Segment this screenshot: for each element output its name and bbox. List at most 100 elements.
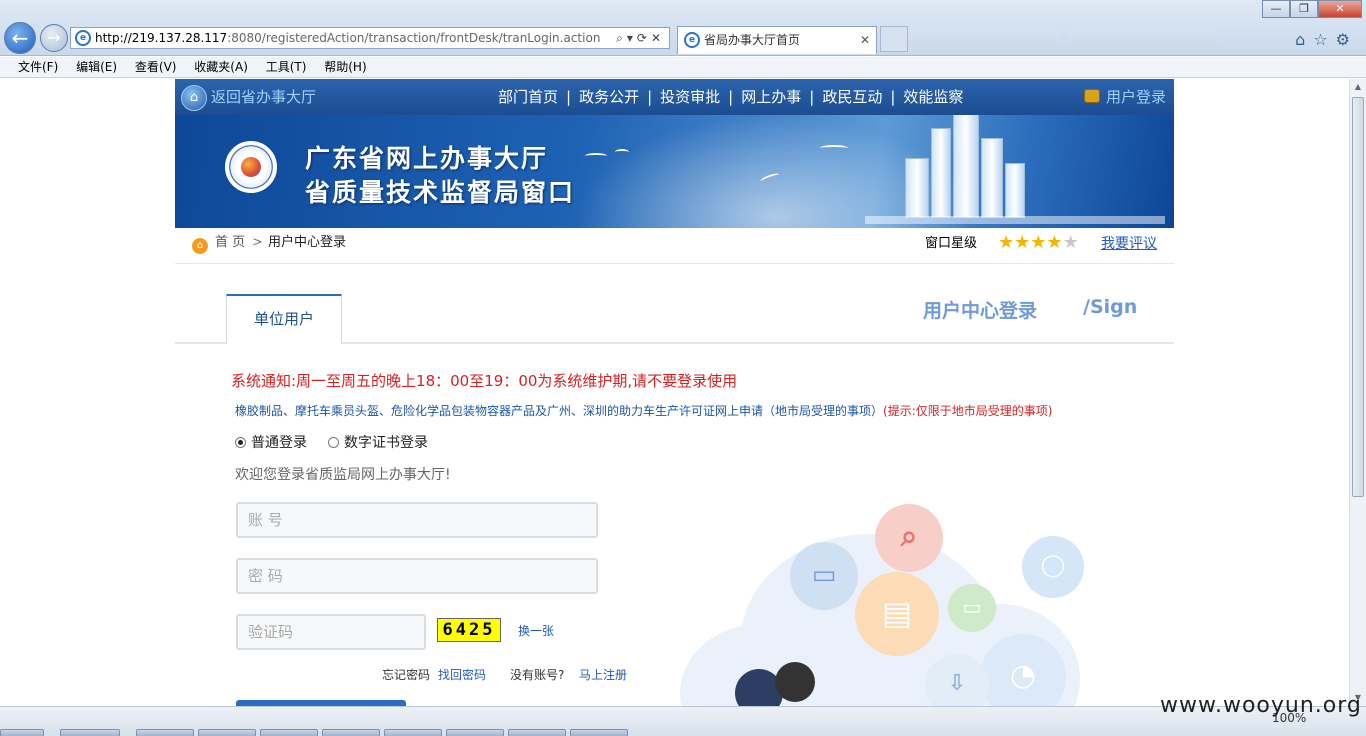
nav-interaction[interactable]: 政民互动 [822,79,890,115]
building-graphic [905,158,929,218]
breadcrumb-separator: > [252,235,263,250]
taskbar-start-icon[interactable] [0,729,44,736]
nav-dept-home[interactable]: 部门首页 [498,79,566,115]
user-silhouette-icon [775,662,815,702]
nav-separator: | [647,88,653,106]
favorites-star-icon[interactable]: ☆ [1313,30,1335,49]
nav-separator: | [809,88,815,106]
tab-unit-user[interactable]: 单位用户 [226,294,342,344]
system-notice: 系统通知:周一至周五的晚上18：00至19：00为系统维护期,请不要登录使用 [231,372,738,390]
building-graphic [981,138,1003,218]
ground-graphic [865,216,1165,224]
register-link[interactable]: 马上注册 [579,666,627,683]
return-home-label: 返回省办事大厅 [211,88,317,106]
menu-view[interactable]: 查看(V) [135,60,177,74]
window-controls: — ❐ ✕ [1262,0,1362,18]
return-home-link[interactable]: ⌂ 返回省办事大厅 [181,83,316,111]
account-input[interactable]: 账 号 [236,502,598,538]
monitor-icon: ▭ [948,584,996,632]
taskbar-item[interactable] [322,729,380,736]
menu-tools[interactable]: 工具(T) [266,60,307,74]
nav-separator: | [566,88,572,106]
main-nav: 部门首页 | 政务公开 | 投资审批 | 网上办事 | 政民互动 | 效能监察 [498,79,971,115]
address-path: :8080/registeredAction/transaction/front… [227,31,601,45]
login-header: 单位用户 用户中心登录 /Sign [175,264,1174,344]
house-icon: ⌂ [181,85,207,111]
captcha-image[interactable]: 6425 [437,618,501,642]
login-title-sign: /Sign [1083,296,1138,318]
breadcrumb-current: 用户中心登录 [268,235,347,250]
forgot-password-link[interactable]: 找回密码 [438,666,486,683]
address-bar[interactable]: e http://219.137.28.117:8080/registeredA… [70,27,670,49]
radio-unchecked-icon [328,437,339,448]
radio-cert-label: 数字证书登录 [344,435,428,451]
nav-gov-affairs[interactable]: 政务公开 [579,79,647,115]
background-tab[interactable] [1068,30,1218,48]
login-title: 用户中心登录 [923,300,1038,322]
taskbar-item[interactable] [60,729,120,736]
rate-link[interactable]: 我要评议 [1101,228,1157,260]
welcome-text: 欢迎您登录省质监局网上办事大厅! [235,467,451,483]
nav-supervision[interactable]: 效能监察 [903,79,971,115]
menu-help[interactable]: 帮助(H) [324,60,366,74]
breadcrumb-home[interactable]: 首 页 [215,228,245,257]
scroll-thumb[interactable] [1352,97,1364,497]
nav-investment[interactable]: 投资审批 [660,79,728,115]
close-window-button[interactable]: ✕ [1318,0,1362,18]
taskbar-item[interactable] [508,729,566,736]
home-icon: ⌂ [192,238,208,254]
tab-close-icon[interactable]: ✕ [860,27,870,53]
maximize-button[interactable]: ❐ [1290,0,1318,18]
breadcrumb: ⌂ 首 页 > 用户中心登录 窗口星级 ★★★★★ 我要评议 [175,228,1174,264]
taskbar-item[interactable] [446,729,504,736]
menu-file[interactable]: 文件(F) [18,60,58,74]
browser-toolbar-icons[interactable]: ⌂☆⚙ [1295,30,1358,49]
taskbar-item[interactable] [198,729,256,736]
password-input[interactable]: 密 码 [236,558,598,594]
notice-detail-text[interactable]: 橡胶制品、摩托车乘员头盔、危险化学品包装物容器产品及广州、深圳的助力车生产许可证… [235,404,883,418]
radio-normal-login[interactable]: 普通登录 [235,434,307,452]
menu-favorites[interactable]: 收藏夹(A) [194,60,248,74]
minimize-button[interactable]: — [1262,0,1290,18]
window-rating-label: 窗口星级 [925,236,978,251]
nav-online-service[interactable]: 网上办事 [741,79,809,115]
star-filled-icon: ★ [998,232,1015,253]
address-tools[interactable]: ⌕▾⟳✕ [616,28,665,48]
lock-icon [1083,89,1100,103]
home-icon[interactable]: ⌂ [1295,30,1313,49]
notice-hint: (提示:仅限于地市局受理的事项) [883,404,1053,418]
radio-cert-login[interactable]: 数字证书登录 [328,434,428,452]
forward-button[interactable]: → [40,24,68,52]
star-filled-icon: ★ [1014,232,1031,253]
back-button[interactable]: ← [4,22,36,54]
scroll-up-icon[interactable]: ▲ [1350,79,1366,95]
taskbar-item[interactable] [260,729,318,736]
address-host: http://219.137.28.117 [95,31,228,45]
clipboard-icon: ▤ [855,572,939,656]
user-login-link[interactable]: 用户登录 [1083,79,1166,115]
background-tab[interactable] [910,30,1060,48]
site-logo [225,141,277,193]
radio-normal-label: 普通登录 [251,435,307,451]
browser-tab[interactable]: e 省局办事大厅首页 ✕ [677,26,877,54]
taskbar-item[interactable] [136,729,194,736]
captcha-refresh-link[interactable]: 换一张 [518,622,554,639]
taskbar-item[interactable] [384,729,442,736]
no-account-label: 没有账号? [510,668,565,682]
banner-title: 广东省网上办事大厅 [305,144,549,173]
star-filled-icon: ★ [1046,232,1063,253]
captcha-input[interactable]: 验证码 [236,614,426,650]
menu-edit[interactable]: 编辑(E) [76,60,117,74]
taskbar-item[interactable] [570,729,628,736]
settings-gear-icon[interactable]: ⚙ [1336,30,1358,49]
browser-titlebar: — ❐ ✕ ← → e http://219.137.28.117:8080/r… [0,0,1366,56]
site-banner: 广东省网上办事大厅 省质量技术监督局窗口 [175,115,1174,228]
new-tab-button[interactable] [880,26,908,52]
forgot-password-label: 忘记密码 [382,668,431,682]
nav-separator: | [890,88,896,106]
star-empty-icon: ★ [1062,232,1079,253]
banner-subtitle: 省质量技术监督局窗口 [305,178,576,207]
page-scrollbar[interactable]: ▲ ▼ [1349,79,1366,706]
nav-separator: | [728,88,734,106]
user-login-label: 用户登录 [1105,88,1166,106]
